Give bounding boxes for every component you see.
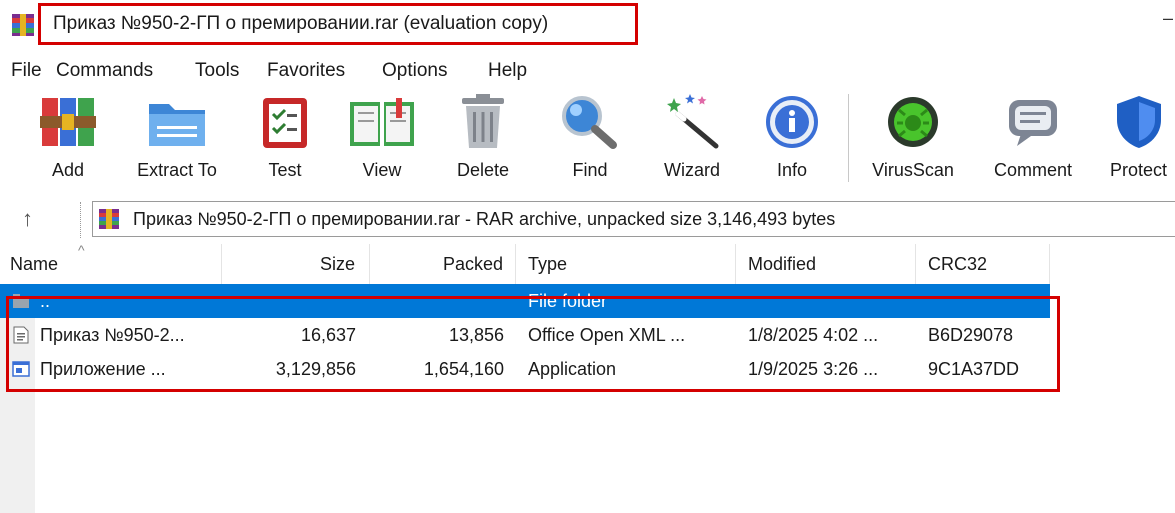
rows-highlight-box (6, 296, 1060, 392)
add-label: Add (51, 160, 85, 180)
menu-help[interactable]: Help (488, 60, 527, 82)
find-button[interactable]: Find (548, 86, 632, 192)
menu-bar: File Commands Tools Favorites Options He… (0, 56, 1175, 86)
address-bar: ↑ Приказ №950-2-ГП о премировании.rar - … (0, 200, 1175, 240)
virusscan-label: VirusScan (872, 160, 954, 180)
view-button[interactable]: View (340, 86, 424, 192)
menu-options[interactable]: Options (382, 60, 447, 82)
title-highlight-box (38, 3, 638, 45)
trash-icon (462, 94, 504, 148)
up-arrow-icon[interactable]: ↑ (22, 206, 33, 232)
add-button[interactable]: Add (30, 86, 106, 192)
toolbar-separator (848, 94, 849, 182)
column-name[interactable]: Name (0, 244, 222, 284)
column-crc32[interactable]: CRC32 (916, 244, 1050, 284)
address-text: Приказ №950-2-ГП о премировании.rar - RA… (133, 209, 836, 229)
delete-button[interactable]: Delete (440, 86, 526, 192)
view-label: View (362, 160, 402, 180)
extract-to-button[interactable]: Extract To (124, 86, 230, 192)
comment-label: Comment (993, 160, 1073, 180)
protect-label: Protect (1110, 160, 1168, 180)
menu-favorites[interactable]: Favorites (267, 60, 345, 82)
add-archive-icon (40, 98, 96, 146)
protect-button[interactable]: Protect (1102, 86, 1175, 192)
find-label: Find (572, 160, 608, 180)
column-packed[interactable]: Packed (370, 244, 516, 284)
virus-scan-icon (888, 97, 938, 147)
info-icon (766, 96, 818, 148)
address-field[interactable]: Приказ №950-2-ГП о премировании.rar - RA… (92, 201, 1175, 237)
test-button[interactable]: Test (248, 86, 322, 192)
comment-icon (1009, 100, 1057, 146)
extract-to-label: Extract To (137, 160, 217, 180)
minimize-button[interactable]: – (1163, 8, 1173, 29)
winrar-app-icon (12, 14, 34, 36)
wizard-button[interactable]: Wizard (648, 86, 736, 192)
wizard-label: Wizard (663, 160, 720, 180)
title-bar: Приказ №950-2-ГП о премировании.rar (eva… (0, 0, 1175, 56)
delete-label: Delete (456, 160, 510, 180)
comment-button[interactable]: Comment (978, 86, 1088, 192)
file-list-header: Name Size Packed Type Modified CRC32 (0, 244, 1050, 284)
menu-tools[interactable]: Tools (195, 60, 239, 82)
menu-commands[interactable]: Commands (56, 60, 153, 82)
archive-icon (99, 209, 119, 229)
virusscan-button[interactable]: VirusScan (862, 86, 964, 192)
extract-folder-icon (149, 104, 205, 146)
info-button[interactable]: Info (754, 86, 830, 192)
shield-icon (1116, 96, 1161, 148)
info-label: Info (776, 160, 808, 180)
menu-file[interactable]: File (11, 60, 42, 82)
column-modified[interactable]: Modified (736, 244, 916, 284)
test-label: Test (268, 160, 302, 180)
magnifier-icon (562, 96, 617, 149)
view-book-icon (350, 98, 414, 146)
column-size[interactable]: Size (222, 244, 370, 284)
magic-wand-icon (667, 94, 719, 149)
toolbar: Add Extract To Test View Delete Find Wiz… (0, 86, 1175, 192)
test-checklist-icon (263, 98, 307, 148)
address-separator (80, 202, 81, 238)
column-type[interactable]: Type (516, 244, 736, 284)
